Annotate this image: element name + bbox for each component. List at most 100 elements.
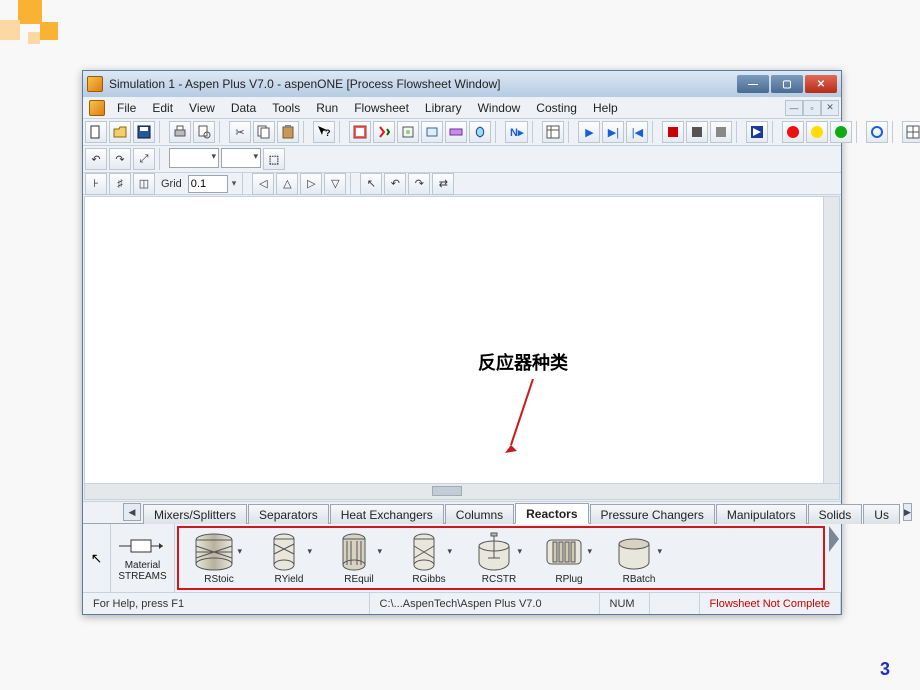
reactor-ryield[interactable]: ▾ RYield (257, 532, 321, 585)
traffic-yellow-button[interactable] (806, 121, 828, 143)
bold-button[interactable]: ⬚ (263, 148, 285, 170)
paste-button[interactable] (277, 121, 299, 143)
menu-file[interactable]: File (109, 99, 144, 117)
close-button[interactable]: ✕ (805, 75, 837, 93)
menu-help[interactable]: Help (585, 99, 626, 117)
reactor-rstoic[interactable]: ▾ RStoic (187, 532, 251, 585)
flowsheet-canvas[interactable] (84, 196, 840, 500)
menu-view[interactable]: View (181, 99, 223, 117)
maximize-button[interactable]: ▢ (771, 75, 803, 93)
menu-tools[interactable]: Tools (264, 99, 308, 117)
align-left-button[interactable]: ◁ (252, 173, 274, 195)
ruler-icon-3[interactable]: ◫ (133, 173, 155, 195)
grid-value-input[interactable] (188, 175, 228, 193)
print-preview-button[interactable] (193, 121, 215, 143)
traffic-red-button[interactable] (782, 121, 804, 143)
model-library-row: ↖ Material STREAMS (83, 524, 841, 592)
system-menu-icon[interactable] (89, 100, 105, 116)
tab-manipulators[interactable]: Manipulators (716, 504, 807, 524)
new-button[interactable] (85, 121, 107, 143)
menu-window[interactable]: Window (470, 99, 529, 117)
stop-2-button[interactable] (686, 121, 708, 143)
zoom-button[interactable]: ⤢ (133, 148, 155, 170)
run-rewind-button[interactable]: |◀ (626, 121, 648, 143)
data-browser-button[interactable] (349, 121, 371, 143)
tool-a-button[interactable] (397, 121, 419, 143)
run-play-button[interactable]: ▶ (578, 121, 600, 143)
aspen-plus-window: Simulation 1 - Aspen Plus V7.0 - aspenON… (82, 70, 842, 615)
ring-button[interactable] (866, 121, 888, 143)
results-table-button[interactable] (542, 121, 564, 143)
mdi-close[interactable]: ✕ (821, 100, 839, 116)
traffic-green-button[interactable] (830, 121, 852, 143)
toggle-button[interactable] (373, 121, 395, 143)
rotate-left-button[interactable]: ↶ (384, 173, 406, 195)
tool-b-button[interactable] (421, 121, 443, 143)
reactor-rcstr[interactable]: ▾ RCSTR (467, 532, 531, 585)
menu-flowsheet[interactable]: Flowsheet (346, 99, 417, 117)
app-icon (87, 76, 103, 92)
tab-separators[interactable]: Separators (248, 504, 329, 524)
annotation-text: 反应器种类 (478, 349, 568, 375)
vertical-scrollbar[interactable] (823, 197, 839, 483)
tab-solids[interactable]: Solids (808, 504, 863, 524)
align-center-button[interactable]: △ (276, 173, 298, 195)
table-button[interactable] (902, 121, 920, 143)
undo-button[interactable]: ↶ (85, 148, 107, 170)
print-button[interactable] (169, 121, 191, 143)
tab-heat-exchangers[interactable]: Heat Exchangers (330, 504, 444, 524)
save-button[interactable] (133, 121, 155, 143)
reactor-rplug[interactable]: ▾ RPlug (537, 532, 601, 585)
flag-button[interactable] (746, 121, 768, 143)
tab-mixers-splitters[interactable]: Mixers/Splitters (143, 504, 247, 524)
tool-c-button[interactable] (445, 121, 467, 143)
streams-box[interactable]: Material STREAMS (111, 524, 175, 592)
mdi-restore[interactable]: ▫ (803, 100, 821, 116)
reactor-rstoic-label: RStoic (204, 574, 233, 585)
reactor-ryield-label: RYield (275, 574, 304, 585)
tab-reactors[interactable]: Reactors (515, 503, 588, 524)
menu-data[interactable]: Data (223, 99, 264, 117)
reactor-rbatch[interactable]: ▾ RBatch (607, 532, 671, 585)
stop-1-button[interactable] (662, 121, 684, 143)
selection-tool[interactable]: ↖ (83, 524, 111, 592)
run-step-button[interactable]: ▶| (602, 121, 624, 143)
stop-3-button[interactable] (710, 121, 732, 143)
library-scroll-right[interactable] (827, 524, 841, 592)
redo-button[interactable]: ↷ (109, 148, 131, 170)
menu-costing[interactable]: Costing (528, 99, 585, 117)
reactor-requil[interactable]: ▾ REquil (327, 532, 391, 585)
align-right-button[interactable]: ▷ (300, 173, 322, 195)
rotate-right-button[interactable]: ↷ (408, 173, 430, 195)
menu-library[interactable]: Library (417, 99, 470, 117)
ruler-icon-2[interactable]: ♯ (109, 173, 131, 195)
flip-button[interactable]: ⇄ (432, 173, 454, 195)
menu-edit[interactable]: Edit (144, 99, 181, 117)
open-button[interactable] (109, 121, 131, 143)
status-warning: Flowsheet Not Complete (700, 593, 841, 614)
horizontal-scrollbar[interactable] (85, 483, 839, 499)
tab-pressure-changers[interactable]: Pressure Changers (590, 504, 715, 524)
help-cursor-button[interactable]: ? (313, 121, 335, 143)
cursor-button[interactable]: ↖ (360, 173, 382, 195)
tab-columns[interactable]: Columns (445, 504, 514, 524)
toolbar-1: ✂ ? N▸ ▶ ▶| |◀ (83, 119, 841, 146)
tool-d-button[interactable] (469, 121, 491, 143)
reactor-rgibbs[interactable]: ▾ RGibbs (397, 532, 461, 585)
menu-run[interactable]: Run (308, 99, 346, 117)
tab-nav-left[interactable]: ◀ (123, 503, 141, 521)
style2-combo[interactable] (221, 148, 261, 168)
tab-user[interactable]: Us (863, 504, 900, 524)
ruler-icon-1[interactable]: ⊦ (85, 173, 107, 195)
toolbar-2: ↶ ↷ ⤢ ⬚ (83, 146, 841, 173)
next-button[interactable]: N▸ (505, 121, 528, 143)
mdi-minimize[interactable]: — (785, 100, 803, 116)
cut-button[interactable]: ✂ (229, 121, 251, 143)
minimize-button[interactable]: — (737, 75, 769, 93)
reactor-rcstr-label: RCSTR (482, 574, 516, 585)
reactors-highlight-box: ▾ RStoic ▾ RYield ▾ REquil ▾ RGibbs (177, 526, 825, 590)
copy-button[interactable] (253, 121, 275, 143)
tab-nav-right[interactable]: ▶ (903, 503, 912, 521)
align-bottom-button[interactable]: ▽ (324, 173, 346, 195)
style-combo[interactable] (169, 148, 219, 168)
